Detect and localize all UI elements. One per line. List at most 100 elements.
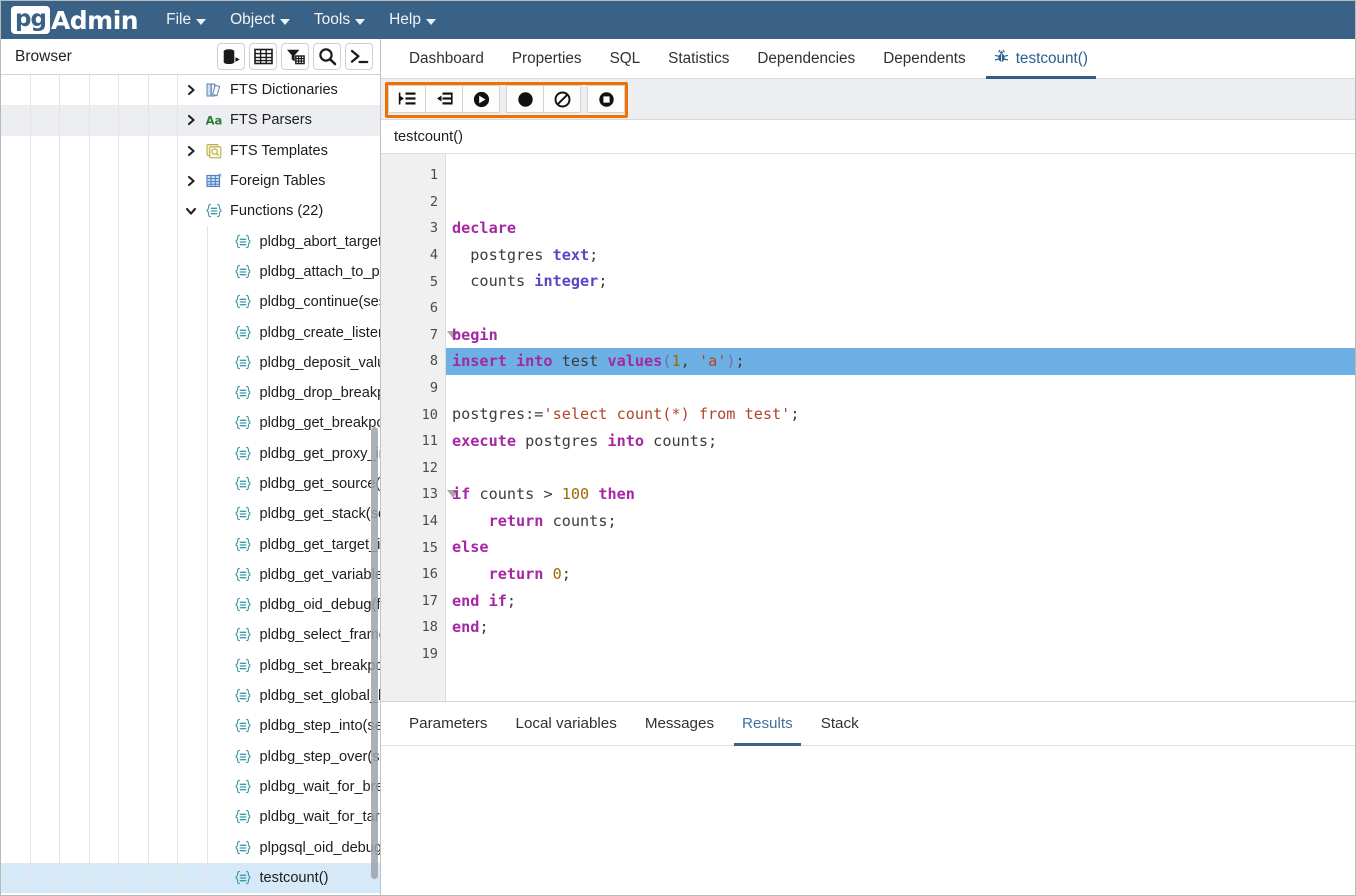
tree-item-fts-templates[interactable]: FTS Templates bbox=[1, 135, 380, 166]
tree-item-pldbg-get-proxy-info[interactable]: pldbg_get_proxy_info() bbox=[1, 438, 380, 469]
tab-dashboard[interactable]: Dashboard bbox=[395, 39, 498, 78]
code-line[interactable]: declare bbox=[446, 215, 1355, 242]
line-number[interactable]: 4 bbox=[381, 242, 445, 269]
tree-item-pldbg-set-breakpoint-se[interactable]: pldbg_set_breakpoint(se bbox=[1, 650, 380, 681]
tree-item-pldbg-get-breakpoints-s[interactable]: pldbg_get_breakpoints(s bbox=[1, 408, 380, 439]
tree-item-fts-dictionaries[interactable]: FTS Dictionaries bbox=[1, 75, 380, 106]
tree-item-pldbg-set-global-breakp[interactable]: pldbg_set_global_breakp bbox=[1, 680, 380, 712]
line-number[interactable]: 18 bbox=[381, 614, 445, 641]
object-tree[interactable]: FTS Dictionaries Aa FTS Parsers FTS Templat… bbox=[1, 75, 380, 895]
menu-tools[interactable]: Tools bbox=[312, 8, 367, 32]
code-editor[interactable]: 1 2 3 4 5 6 7 8 9 10 11 12 13 14 15 16 17 18 19 declare po… bbox=[381, 154, 1355, 701]
code-line[interactable]: postgres text; bbox=[446, 242, 1355, 269]
tree-item-pldbg-select-frame-ses[interactable]: pldbg_select_frame(ses bbox=[1, 620, 380, 651]
line-number[interactable]: 10 bbox=[381, 401, 445, 428]
line-number[interactable]: 2 bbox=[381, 189, 445, 216]
line-number[interactable]: 9 bbox=[381, 375, 445, 402]
code-line[interactable] bbox=[446, 162, 1355, 189]
tree-item-testcount[interactable]: testcount() bbox=[1, 862, 380, 894]
output-tab-parameters[interactable]: Parameters bbox=[395, 702, 502, 745]
code-line[interactable]: execute postgres into counts; bbox=[446, 428, 1355, 455]
stop-button[interactable] bbox=[587, 85, 625, 113]
tab-dependents[interactable]: Dependents bbox=[869, 39, 980, 78]
tab-sql[interactable]: SQL bbox=[596, 39, 655, 78]
line-number[interactable]: 19 bbox=[381, 641, 445, 668]
add-server-icon[interactable] bbox=[217, 43, 245, 70]
chevron-right-icon[interactable] bbox=[184, 144, 198, 158]
line-number[interactable]: 13 bbox=[381, 481, 459, 508]
results-grid[interactable] bbox=[381, 746, 1355, 895]
step-over-button[interactable] bbox=[425, 85, 463, 113]
tree-item-pldbg-get-source-sessio[interactable]: pldbg_get_source(sessio bbox=[1, 468, 380, 500]
code-line[interactable]: end; bbox=[446, 614, 1355, 641]
line-number[interactable]: 15 bbox=[381, 534, 445, 561]
tree-item-pldbg-abort-target-sess[interactable]: pldbg_abort_target(sess bbox=[1, 226, 380, 257]
code-line[interactable] bbox=[446, 189, 1355, 216]
line-number[interactable]: 8 bbox=[381, 348, 445, 375]
line-number[interactable]: 14 bbox=[381, 508, 445, 535]
tree-item-pldbg-get-variables-ses[interactable]: pldbg_get_variables(ses bbox=[1, 559, 380, 591]
search-icon[interactable] bbox=[313, 43, 341, 70]
tree-scrollbar-thumb[interactable] bbox=[371, 427, 378, 879]
tree-item-pldbg-deposit-value-ses[interactable]: pldbg_deposit_value(ses bbox=[1, 347, 380, 378]
line-number[interactable]: 6 bbox=[381, 295, 445, 322]
clear-breakpoints-button[interactable] bbox=[543, 85, 581, 113]
code-line[interactable]: return counts; bbox=[446, 508, 1355, 535]
tree-item-pldbg-create-listener[interactable]: pldbg_create_listener() bbox=[1, 317, 380, 348]
output-tab-local-variables[interactable]: Local variables bbox=[502, 702, 631, 745]
table-grid-icon[interactable] bbox=[249, 43, 277, 70]
tree-item-pldbg-get-target-info-si[interactable]: pldbg_get_target_info(si bbox=[1, 529, 380, 560]
continue-button[interactable] bbox=[462, 85, 500, 113]
chevron-down-icon[interactable] bbox=[184, 204, 198, 218]
line-number[interactable]: 16 bbox=[381, 561, 445, 588]
tree-item-pldbg-get-stack-session[interactable]: pldbg_get_stack(session bbox=[1, 499, 380, 530]
code-area[interactable]: declare postgres text; counts integer; b… bbox=[446, 154, 1355, 701]
filter-table-icon[interactable] bbox=[281, 43, 309, 70]
tree-item-functions-22[interactable]: Functions (22) bbox=[1, 196, 380, 227]
menu-help[interactable]: Help bbox=[387, 8, 438, 32]
code-line[interactable]: if counts > 100 then bbox=[446, 481, 1355, 508]
tree-item-plpgsql-oid-debug-func[interactable]: plpgsql_oid_debug(func bbox=[1, 832, 380, 863]
terminal-icon[interactable] bbox=[345, 43, 373, 70]
code-line[interactable] bbox=[446, 455, 1355, 482]
code-line[interactable]: else bbox=[446, 534, 1355, 561]
tab-properties[interactable]: Properties bbox=[498, 39, 596, 78]
code-line[interactable]: end if; bbox=[446, 588, 1355, 615]
tree-item-pldbg-oid-debug-functio[interactable]: pldbg_oid_debug(functio bbox=[1, 590, 380, 621]
toggle-breakpoint-button[interactable] bbox=[506, 85, 544, 113]
output-tab-results[interactable]: Results bbox=[728, 702, 807, 746]
line-number[interactable]: 5 bbox=[381, 268, 445, 295]
tab-statistics[interactable]: Statistics bbox=[654, 39, 743, 78]
tree-item-pldbg-step-into-session[interactable]: pldbg_step_into(session bbox=[1, 711, 380, 742]
code-line[interactable]: counts integer; bbox=[446, 268, 1355, 295]
tree-item-fts-parsers[interactable]: Aa FTS Parsers bbox=[1, 105, 380, 136]
line-number[interactable]: 1 bbox=[381, 162, 445, 189]
chevron-right-icon[interactable] bbox=[184, 113, 198, 127]
code-line[interactable] bbox=[446, 641, 1355, 668]
code-line[interactable]: postgres:='select count(*) from test'; bbox=[446, 401, 1355, 428]
code-line[interactable]: begin bbox=[446, 322, 1355, 349]
menu-object[interactable]: Object bbox=[228, 8, 292, 32]
chevron-right-icon[interactable] bbox=[184, 174, 198, 188]
tree-item-pldbg-wait-for-target-se[interactable]: pldbg_wait_for_target(se bbox=[1, 802, 380, 833]
output-tab-stack[interactable]: Stack bbox=[807, 702, 873, 745]
code-line[interactable] bbox=[446, 375, 1355, 402]
tree-item-pldbg-wait-for-breakpo[interactable]: pldbg_wait_for_breakpo bbox=[1, 771, 380, 803]
line-number[interactable]: 12 bbox=[381, 455, 445, 482]
menu-file[interactable]: File bbox=[164, 8, 208, 32]
line-number-gutter[interactable]: 1 2 3 4 5 6 7 8 9 10 11 12 13 14 15 16 17 18 19 bbox=[381, 154, 459, 701]
code-line-current[interactable]: insert into test values(1, 'a'); bbox=[446, 348, 1355, 375]
code-line[interactable] bbox=[446, 295, 1355, 322]
tree-item-pldbg-step-over-session[interactable]: pldbg_step_over(session bbox=[1, 741, 380, 772]
tab-testcount[interactable]: testcount() bbox=[980, 39, 1102, 79]
tree-item-pldbg-drop-breakpoint-s[interactable]: pldbg_drop_breakpoint(s bbox=[1, 377, 380, 409]
tab-dependencies[interactable]: Dependencies bbox=[743, 39, 869, 78]
chevron-right-icon[interactable] bbox=[184, 83, 198, 97]
line-number[interactable]: 7 bbox=[381, 322, 459, 349]
tree-item-pldbg-attach-to-port-po[interactable]: pldbg_attach_to_port(po bbox=[1, 256, 380, 288]
code-line[interactable]: return 0; bbox=[446, 561, 1355, 588]
tree-item-pldbg-continue-session[interactable]: pldbg_continue(session bbox=[1, 287, 380, 318]
line-number[interactable]: 17 bbox=[381, 588, 445, 615]
tree-item-foreign-tables[interactable]: Foreign Tables bbox=[1, 165, 380, 197]
line-number[interactable]: 3 bbox=[381, 215, 445, 242]
